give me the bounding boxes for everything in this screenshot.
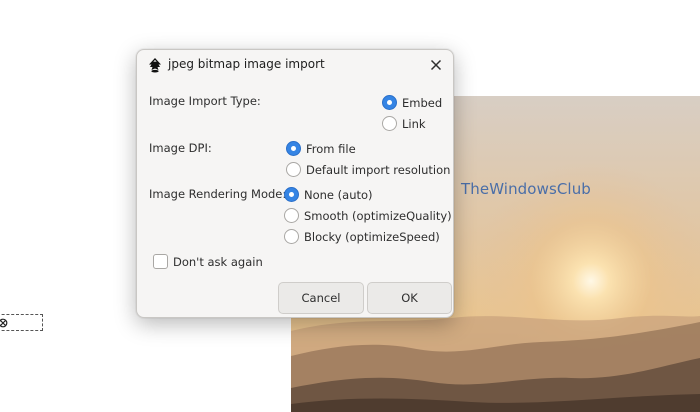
- import-dialog: jpeg bitmap image import Image Import Ty…: [136, 49, 454, 318]
- dialog-titlebar[interactable]: jpeg bitmap image import: [137, 50, 453, 80]
- radio-indicator[interactable]: [284, 187, 299, 202]
- inkscape-icon: [147, 57, 163, 73]
- radio-embed[interactable]: Embed: [382, 95, 442, 110]
- checkbox-indicator[interactable]: [153, 254, 168, 269]
- radio-indicator[interactable]: [286, 162, 301, 177]
- radio-indicator[interactable]: [284, 208, 299, 223]
- radio-default-resolution-label: Default import resolution: [306, 162, 451, 177]
- ok-button[interactable]: OK: [367, 282, 452, 314]
- cancel-button[interactable]: Cancel: [278, 282, 364, 314]
- dont-ask-again-label: Don't ask again: [173, 254, 263, 269]
- radio-smooth-label: Smooth (optimizeQuality): [304, 208, 452, 223]
- close-button[interactable]: [427, 56, 445, 74]
- watermark-text: TheWindowsClub: [461, 180, 591, 198]
- rotate-handle-icon[interactable]: [0, 318, 8, 328]
- radio-blocky[interactable]: Blocky (optimizeSpeed): [284, 229, 440, 244]
- rendering-mode-label: Image Rendering Mode:: [149, 187, 287, 201]
- radio-indicator[interactable]: [382, 116, 397, 131]
- watermark: TheWindowsClub: [437, 178, 591, 200]
- radio-none-auto-label: None (auto): [304, 187, 373, 202]
- radio-link[interactable]: Link: [382, 116, 426, 131]
- dialog-title: jpeg bitmap image import: [168, 57, 325, 71]
- radio-from-file-label: From file: [306, 141, 356, 156]
- dont-ask-again-checkbox[interactable]: Don't ask again: [153, 254, 263, 269]
- radio-blocky-label: Blocky (optimizeSpeed): [304, 229, 440, 244]
- radio-indicator[interactable]: [284, 229, 299, 244]
- radio-indicator[interactable]: [382, 95, 397, 110]
- radio-smooth[interactable]: Smooth (optimizeQuality): [284, 208, 452, 223]
- radio-embed-label: Embed: [402, 95, 443, 110]
- radio-indicator[interactable]: [286, 141, 301, 156]
- import-type-label: Image Import Type:: [149, 94, 261, 108]
- dpi-label: Image DPI:: [149, 141, 212, 155]
- close-icon: [430, 59, 442, 71]
- radio-link-label: Link: [402, 116, 426, 131]
- inkscape-canvas[interactable]: TheWindowsClub jpeg bitmap image import …: [0, 0, 700, 412]
- radio-from-file[interactable]: From file: [286, 141, 356, 156]
- radio-default-resolution[interactable]: Default import resolution: [286, 162, 450, 177]
- radio-none-auto[interactable]: None (auto): [284, 187, 373, 202]
